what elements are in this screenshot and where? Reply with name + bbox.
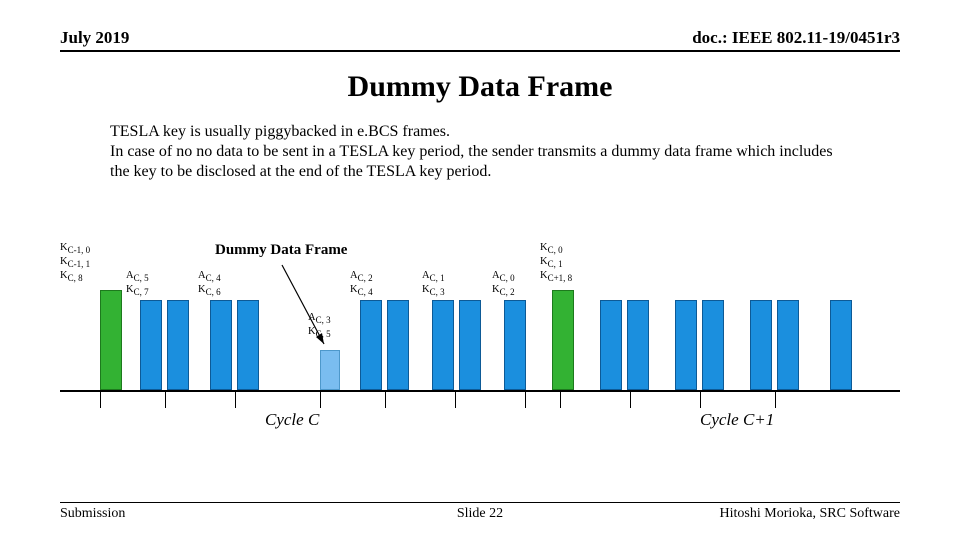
timeline-bar bbox=[432, 300, 454, 390]
timeline-bar bbox=[167, 300, 189, 390]
label-ac2: AC, 2 KC, 4 bbox=[350, 270, 373, 298]
timeline-bar bbox=[320, 350, 340, 390]
timeline-bar bbox=[600, 300, 622, 390]
cycle-c-label: Cycle C bbox=[265, 410, 319, 430]
tick-mark bbox=[455, 392, 456, 408]
key-label-stack-right: KC, 0 KC, 1 KC+1, 8 bbox=[540, 242, 572, 284]
timeline-bar bbox=[552, 290, 574, 390]
cycle-c1-label: Cycle C+1 bbox=[700, 410, 774, 430]
timeline-bar bbox=[702, 300, 724, 390]
header-doc: doc.: IEEE 802.11-19/0451r3 bbox=[692, 28, 900, 48]
tick-mark bbox=[775, 392, 776, 408]
body-paragraph: TESLA key is usually piggybacked in e.BC… bbox=[0, 122, 960, 182]
footer-left: Submission bbox=[60, 506, 125, 522]
timeline-bar bbox=[237, 300, 259, 390]
tick-mark bbox=[700, 392, 701, 408]
header-date: July 2019 bbox=[60, 28, 129, 48]
label-ac1: AC, 1 KC, 3 bbox=[422, 270, 445, 298]
tick-mark bbox=[385, 392, 386, 408]
timeline-bar bbox=[100, 290, 122, 390]
arrow-icon bbox=[272, 260, 330, 350]
key-label-stack-left: KC-1, 0 KC-1, 1 KC, 8 bbox=[60, 242, 90, 284]
timeline-bar bbox=[750, 300, 772, 390]
tick-mark bbox=[235, 392, 236, 408]
footer-center: Slide 22 bbox=[457, 506, 503, 522]
timeline-bar bbox=[627, 300, 649, 390]
tick-mark bbox=[630, 392, 631, 408]
timeline-bar bbox=[675, 300, 697, 390]
timeline-diagram: KC-1, 0 KC-1, 1 KC, 8 AC, 5 KC, 7 AC, 4 … bbox=[60, 212, 900, 432]
dummy-frame-label: Dummy Data Frame bbox=[215, 242, 347, 259]
timeline-bar bbox=[210, 300, 232, 390]
label-ac0: AC, 0 KC, 2 bbox=[492, 270, 515, 298]
timeline-bar bbox=[459, 300, 481, 390]
timeline-bar bbox=[504, 300, 526, 390]
timeline-bar bbox=[777, 300, 799, 390]
label-ac4: AC, 4 KC, 6 bbox=[198, 270, 221, 298]
timeline-bar bbox=[830, 300, 852, 390]
baseline bbox=[60, 390, 900, 392]
timeline-bar bbox=[387, 300, 409, 390]
timeline-bar bbox=[140, 300, 162, 390]
tick-mark bbox=[560, 392, 561, 408]
tick-mark bbox=[320, 392, 321, 408]
page-title: Dummy Data Frame bbox=[0, 70, 960, 104]
tick-mark bbox=[525, 392, 526, 408]
label-ac5: AC, 5 KC, 7 bbox=[126, 270, 149, 298]
tick-mark bbox=[165, 392, 166, 408]
header-rule bbox=[60, 50, 900, 52]
footer-right: Hitoshi Morioka, SRC Software bbox=[720, 506, 900, 522]
tick-mark bbox=[100, 392, 101, 408]
timeline-bar bbox=[360, 300, 382, 390]
